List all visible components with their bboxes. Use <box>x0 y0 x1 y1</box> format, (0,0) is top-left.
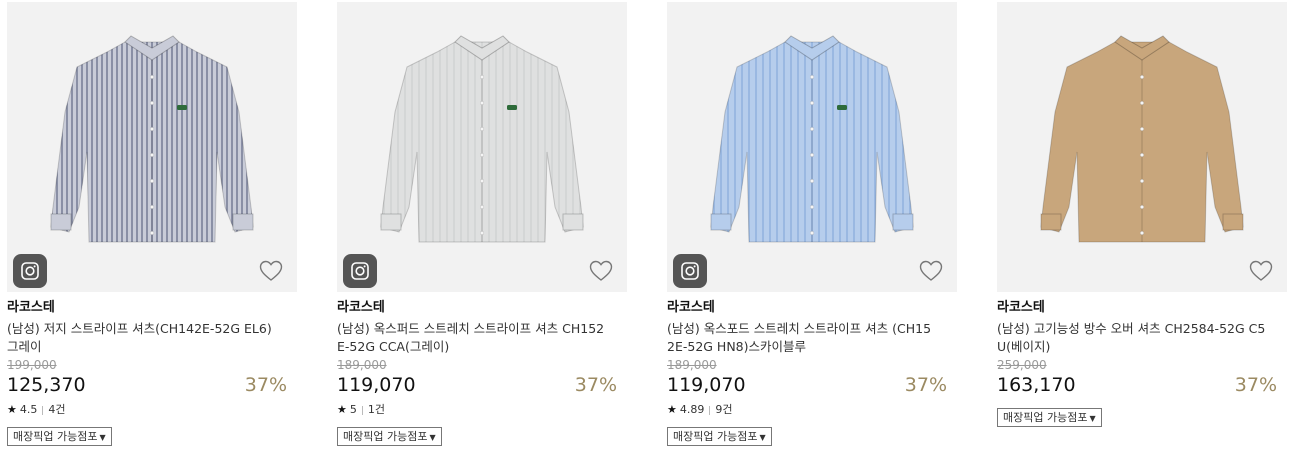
shirt-image <box>50 35 254 243</box>
pickup-label: 매장픽업 가능점포 <box>673 430 758 443</box>
review-count: 4건 <box>48 403 66 416</box>
original-price: 189,000 <box>667 358 717 372</box>
camera-icon <box>351 262 369 280</box>
caret-down-icon: ▼ <box>99 433 106 442</box>
product-name[interactable]: (남성) 옥스퍼드 스트레치 스트라이프 셔츠 CH152E-52G CCA(그… <box>337 320 607 356</box>
divider <box>42 405 44 415</box>
rating-value: 5 <box>349 403 357 416</box>
camera-icon <box>681 262 699 280</box>
wishlist-heart-icon[interactable] <box>259 260 283 282</box>
rating-value: 4.5 <box>19 403 38 416</box>
star-icon: ★ <box>667 403 677 416</box>
product-card[interactable]: 라코스테 (남성) 저지 스트라이프 셔츠(CH142E-52G EL6)그레이… <box>7 0 297 466</box>
original-price: 189,000 <box>337 358 387 372</box>
brand-name[interactable]: 라코스테 <box>667 300 715 316</box>
rating-row: ★ 5 1건 <box>337 403 385 417</box>
product-grid: 라코스테 (남성) 저지 스트라이프 셔츠(CH142E-52G EL6)그레이… <box>0 0 1294 466</box>
review-count: 9건 <box>715 403 733 416</box>
pickup-label: 매장픽업 가능점포 <box>343 430 428 443</box>
rating-row: ★ 4.5 4건 <box>7 403 66 417</box>
brand-name[interactable]: 라코스테 <box>337 300 385 316</box>
discount-rate: 37% <box>1234 374 1277 396</box>
wishlist-heart-icon[interactable] <box>919 260 943 282</box>
shirt-image <box>1040 35 1244 243</box>
star-icon: ★ <box>337 403 347 416</box>
product-image[interactable] <box>337 2 627 292</box>
brand-name[interactable]: 라코스테 <box>997 300 1045 316</box>
product-image[interactable] <box>667 2 957 292</box>
caret-down-icon: ▼ <box>429 433 436 442</box>
discount-rate: 37% <box>574 374 617 396</box>
rating-row: ★ 4.89 9건 <box>667 403 733 417</box>
sale-price: 163,170 <box>997 374 1076 396</box>
rating-value: 4.89 <box>679 403 705 416</box>
pickup-label: 매장픽업 가능점포 <box>13 430 98 443</box>
divider <box>361 405 363 415</box>
store-pickup-dropdown[interactable]: 매장픽업 가능점포 ▼ <box>7 427 112 446</box>
product-name[interactable]: (남성) 저지 스트라이프 셔츠(CH142E-52G EL6)그레이 <box>7 320 277 356</box>
caret-down-icon: ▼ <box>1089 414 1096 423</box>
product-card[interactable]: 라코스테 (남성) 옥스퍼드 스트레치 스트라이프 셔츠 CH152E-52G … <box>337 0 627 466</box>
wishlist-heart-icon[interactable] <box>589 260 613 282</box>
star-icon: ★ <box>7 403 17 416</box>
brand-name[interactable]: 라코스테 <box>7 300 55 316</box>
camera-icon <box>21 262 39 280</box>
product-image[interactable] <box>997 2 1287 292</box>
shirt-image <box>710 35 914 243</box>
store-pickup-dropdown[interactable]: 매장픽업 가능점포 ▼ <box>667 427 772 446</box>
sale-price: 119,070 <box>667 374 746 396</box>
discount-rate: 37% <box>904 374 947 396</box>
caret-down-icon: ▼ <box>759 433 766 442</box>
store-pickup-dropdown[interactable]: 매장픽업 가능점포 ▼ <box>997 408 1102 427</box>
divider <box>709 405 711 415</box>
wishlist-heart-icon[interactable] <box>1249 260 1273 282</box>
product-name[interactable]: (남성) 옥스포드 스트레치 스트라이프 셔츠 (CH152E-52G HN8)… <box>667 320 937 356</box>
product-card[interactable]: 라코스테 (남성) 고기능성 방수 오버 셔츠 CH2584-52G C5U(베… <box>997 0 1287 466</box>
product-image[interactable] <box>7 2 297 292</box>
instagram-button[interactable] <box>343 254 377 288</box>
sale-price: 125,370 <box>7 374 86 396</box>
instagram-button[interactable] <box>673 254 707 288</box>
product-card[interactable]: 라코스테 (남성) 옥스포드 스트레치 스트라이프 셔츠 (CH152E-52G… <box>667 0 957 466</box>
original-price: 259,000 <box>997 358 1047 372</box>
store-pickup-dropdown[interactable]: 매장픽업 가능점포 ▼ <box>337 427 442 446</box>
review-count: 1건 <box>367 403 385 416</box>
pickup-label: 매장픽업 가능점포 <box>1003 411 1088 424</box>
original-price: 199,000 <box>7 358 57 372</box>
instagram-button[interactable] <box>13 254 47 288</box>
product-name[interactable]: (남성) 고기능성 방수 오버 셔츠 CH2584-52G C5U(베이지) <box>997 320 1267 356</box>
discount-rate: 37% <box>244 374 287 396</box>
shirt-image <box>380 35 584 243</box>
sale-price: 119,070 <box>337 374 416 396</box>
